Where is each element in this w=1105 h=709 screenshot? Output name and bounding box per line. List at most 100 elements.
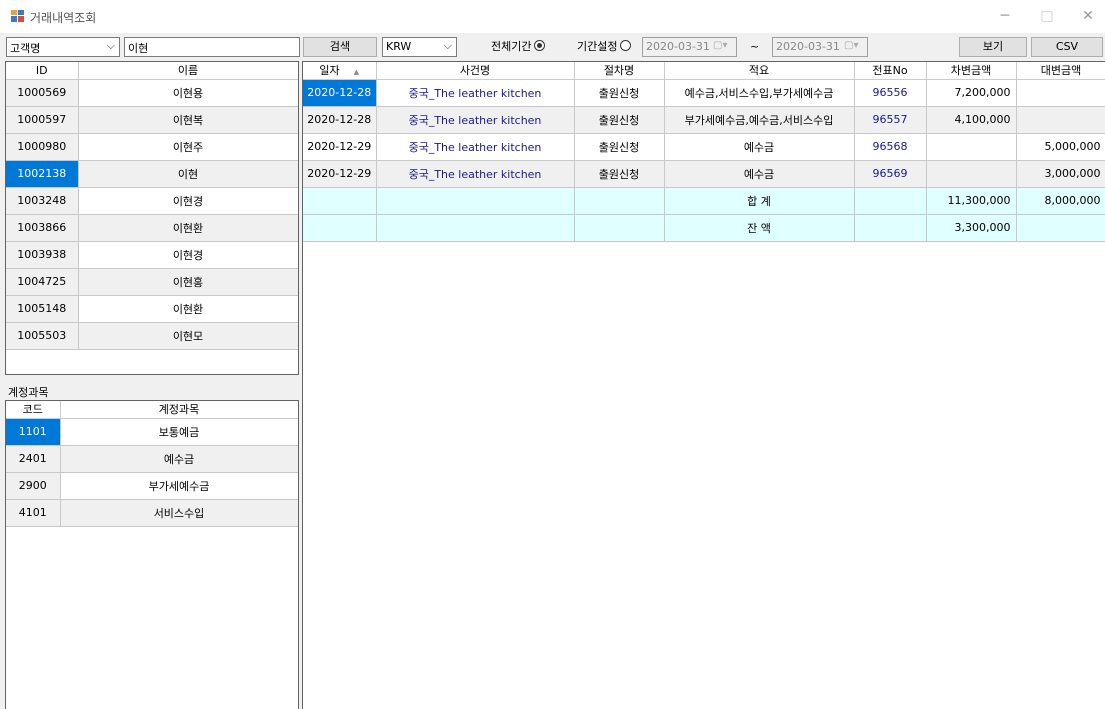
account-name-header[interactable]: 계정과목 — [60, 401, 298, 419]
customer-id-cell[interactable]: 1005148 — [6, 295, 79, 323]
account-name-cell[interactable]: 서비스수입 — [60, 499, 298, 527]
tx-case-cell[interactable]: 중국_The leather kitchen — [376, 106, 575, 134]
tx-credit-cell[interactable]: 5,000,000 — [1016, 133, 1105, 161]
tx-voucher-no-cell[interactable]: 96569 — [854, 160, 927, 188]
date-from-picker[interactable]: 2020-03-31 ▢▾ — [642, 37, 737, 57]
tx-memo-cell[interactable]: 예수금 — [664, 160, 855, 188]
customer-name-cell[interactable]: 이현용 — [78, 79, 298, 107]
tx-date-cell[interactable]: 2020-12-28 — [303, 106, 377, 134]
tx-procedure-cell[interactable]: 출원신청 — [574, 106, 665, 134]
account-code-cell[interactable]: 1101 — [6, 418, 61, 446]
customer-name-cell[interactable]: 이현환 — [78, 295, 298, 323]
search-type-select[interactable]: 고객명 ⌵ — [6, 37, 120, 57]
tx-debit-cell[interactable]: 7,200,000 — [926, 79, 1017, 107]
customer-id-cell[interactable]: 1002138 — [6, 160, 79, 188]
tx-debit-cell[interactable]: 4,100,000 — [926, 106, 1017, 134]
customer-id-cell[interactable]: 1004725 — [6, 268, 79, 296]
minimize-icon[interactable]: ─ — [990, 4, 1020, 28]
debit-header[interactable]: 차변금액 — [926, 62, 1017, 80]
transaction-grid[interactable]: 일자 ▲ 사건명 절차명 적요 전표No 차변금액 대변금액 2020-12-28… — [302, 61, 1105, 709]
tx-memo-cell[interactable]: 예수금 — [664, 133, 855, 161]
transaction-row[interactable]: 2020-12-28 중국_The leather kitchen 출원신청 부가세예… — [303, 106, 1105, 134]
tx-memo-cell[interactable]: 예수금,서비스수입,부가세예수금 — [664, 79, 855, 107]
currency-select[interactable]: KRW ⌵ — [382, 37, 457, 57]
tx-credit-cell[interactable]: 3,000,000 — [1016, 160, 1105, 188]
period-setting-radio[interactable]: 기간설정 — [577, 37, 632, 57]
customer-row[interactable]: 1003866 이현환 — [6, 214, 298, 242]
tx-case-cell[interactable]: 중국_The leather kitchen — [376, 79, 575, 107]
tx-debit-cell[interactable] — [926, 133, 1017, 161]
tx-date-cell[interactable]: 2020-12-29 — [303, 133, 377, 161]
tx-debit-cell[interactable] — [926, 160, 1017, 188]
account-code-cell[interactable]: 2401 — [6, 445, 61, 473]
customer-name-cell[interactable]: 이현복 — [78, 106, 298, 134]
customer-id-cell[interactable]: 1000980 — [6, 133, 79, 161]
transaction-row[interactable]: 2020-12-29 중국_The leather kitchen 출원신청 예수금 9… — [303, 160, 1105, 188]
customer-id-cell[interactable]: 1000569 — [6, 79, 79, 107]
procedure-header[interactable]: 절차명 — [574, 62, 665, 80]
account-row[interactable]: 1101 보통예금 — [6, 418, 298, 446]
tx-procedure-cell[interactable]: 출원신청 — [574, 160, 665, 188]
customer-id-cell[interactable]: 1000597 — [6, 106, 79, 134]
case-header[interactable]: 사건명 — [376, 62, 575, 80]
tx-date-cell[interactable]: 2020-12-29 — [303, 160, 377, 188]
customer-id-cell[interactable]: 1003248 — [6, 187, 79, 215]
customer-grid[interactable]: ID 이름 1000569 이현용 1000597 이현복 1000980 이현주 1002… — [5, 61, 299, 375]
tx-case-cell[interactable]: 중국_The leather kitchen — [376, 133, 575, 161]
customer-name-header[interactable]: 이름 — [78, 62, 298, 80]
account-name-cell[interactable]: 예수금 — [60, 445, 298, 473]
account-row[interactable]: 2900 부가세예수금 — [6, 472, 298, 500]
transaction-row[interactable]: 2020-12-28 중국_The leather kitchen 출원신청 예수금,… — [303, 79, 1105, 107]
account-name-cell[interactable]: 부가세예수금 — [60, 472, 298, 500]
close-icon[interactable]: ✕ — [1073, 4, 1103, 28]
customer-row[interactable]: 1000980 이현주 — [6, 133, 298, 161]
account-name-cell[interactable]: 보통예금 — [60, 418, 298, 446]
account-code-header[interactable]: 코드 — [6, 401, 61, 419]
customer-name-cell[interactable]: 이현모 — [78, 322, 298, 350]
tx-case-cell[interactable]: 중국_The leather kitchen — [376, 160, 575, 188]
memo-header[interactable]: 적요 — [664, 62, 855, 80]
customer-name-cell[interactable]: 이현주 — [78, 133, 298, 161]
customer-name-cell[interactable]: 이현환 — [78, 214, 298, 242]
customer-row[interactable]: 1005503 이현모 — [6, 322, 298, 350]
maximize-icon[interactable]: □ — [1032, 4, 1062, 28]
customer-name-cell[interactable]: 이현경 — [78, 241, 298, 269]
customer-id-header[interactable]: ID — [6, 62, 79, 80]
search-input[interactable]: 이현 — [124, 37, 300, 57]
customer-row[interactable]: 1000569 이현용 — [6, 79, 298, 107]
customer-row[interactable]: 1003938 이현경 — [6, 241, 298, 269]
tx-voucher-no-cell[interactable]: 96557 — [854, 106, 927, 134]
transaction-row[interactable]: 2020-12-29 중국_The leather kitchen 출원신청 예수금 9… — [303, 133, 1105, 161]
customer-id-cell[interactable]: 1003938 — [6, 241, 79, 269]
account-code-cell[interactable]: 4101 — [6, 499, 61, 527]
csv-button[interactable]: CSV — [1031, 37, 1103, 57]
customer-id-cell[interactable]: 1003866 — [6, 214, 79, 242]
tx-memo-cell[interactable]: 부가세예수금,예수금,서비스수입 — [664, 106, 855, 134]
all-period-radio[interactable]: 전체기간 — [491, 37, 546, 57]
account-grid[interactable]: 코드 계정과목 1101 보통예금 2401 예수금 2900 부가세예수금 4101 서비스… — [5, 400, 299, 709]
customer-row[interactable]: 1003248 이현경 — [6, 187, 298, 215]
search-button[interactable]: 검색 — [303, 37, 377, 57]
tx-voucher-no-cell[interactable]: 96556 — [854, 79, 927, 107]
customer-name-cell[interactable]: 이현 — [78, 160, 298, 188]
tx-voucher-no-cell[interactable]: 96568 — [854, 133, 927, 161]
credit-header[interactable]: 대변금액 — [1016, 62, 1105, 80]
account-code-cell[interactable]: 2900 — [6, 472, 61, 500]
account-row[interactable]: 4101 서비스수입 — [6, 499, 298, 527]
tx-credit-cell[interactable] — [1016, 106, 1105, 134]
customer-row[interactable]: 1002138 이현 — [6, 160, 298, 188]
date-to-picker[interactable]: 2020-03-31 ▢▾ — [772, 37, 868, 57]
tx-procedure-cell[interactable]: 출원신청 — [574, 79, 665, 107]
tx-credit-cell[interactable] — [1016, 79, 1105, 107]
customer-row[interactable]: 1005148 이현환 — [6, 295, 298, 323]
tx-procedure-cell[interactable]: 출원신청 — [574, 133, 665, 161]
date-header[interactable]: 일자 ▲ — [303, 62, 377, 80]
voucher-no-header[interactable]: 전표No — [854, 62, 927, 80]
customer-id-cell[interactable]: 1005503 — [6, 322, 79, 350]
view-button[interactable]: 보기 — [959, 37, 1027, 57]
customer-row[interactable]: 1000597 이현복 — [6, 106, 298, 134]
account-row[interactable]: 2401 예수금 — [6, 445, 298, 473]
customer-row[interactable]: 1004725 이현홍 — [6, 268, 298, 296]
customer-name-cell[interactable]: 이현경 — [78, 187, 298, 215]
customer-name-cell[interactable]: 이현홍 — [78, 268, 298, 296]
